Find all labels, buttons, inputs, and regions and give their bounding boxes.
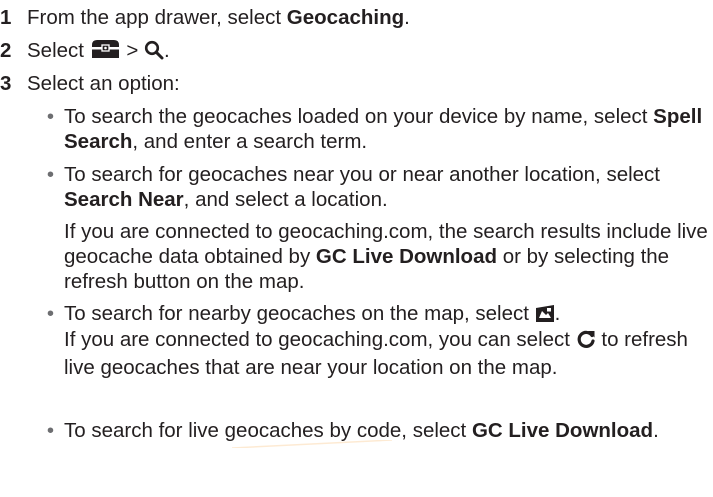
step-text: Select > . <box>27 38 170 66</box>
search-icon <box>144 40 164 66</box>
step-1: 1 From the app drawer, select Geocaching… <box>0 5 410 30</box>
option-spell-search: • To search the geocaches loaded on your… <box>37 104 713 154</box>
refresh-icon <box>576 329 596 355</box>
option-text: To search the geocaches loaded on your d… <box>64 105 703 153</box>
option-text: To search for geocaches near you or near… <box>64 163 660 211</box>
bullet-mark: • <box>46 163 55 186</box>
step-text: Select an option: <box>27 72 180 95</box>
bullet-mark: • <box>46 302 55 325</box>
step-number: 1 <box>0 6 12 29</box>
step-number: 2 <box>0 39 12 62</box>
map-geocache-icon <box>535 304 555 329</box>
step-3: 3 Select an option: <box>0 71 180 96</box>
instructions-page: 1 From the app drawer, select Geocaching… <box>0 0 713 497</box>
option-text: To search for nearby geocaches on the ma… <box>64 301 713 329</box>
option-code-search: • To search for live geocaches by code, … <box>37 418 713 443</box>
bullet-mark: • <box>46 105 55 128</box>
option-text: To search for live geocaches by code, se… <box>64 419 659 442</box>
app-name: Geocaching <box>286 6 405 29</box>
step-text: From the app drawer, select Geocaching. <box>27 6 410 29</box>
geocache-box-icon <box>90 38 121 66</box>
option-search-near: • To search for geocaches near you or ne… <box>37 162 713 212</box>
refresh-note: If you are connected to geocaching.com, … <box>64 328 688 379</box>
step-2: 2 Select > . <box>0 38 170 66</box>
live-search-note: If you are connected to geocaching.com, … <box>64 220 708 293</box>
step-number: 3 <box>0 72 12 95</box>
bullet-mark: • <box>46 419 55 442</box>
option-map-search: • To search for nearby geocaches on the … <box>37 301 713 329</box>
